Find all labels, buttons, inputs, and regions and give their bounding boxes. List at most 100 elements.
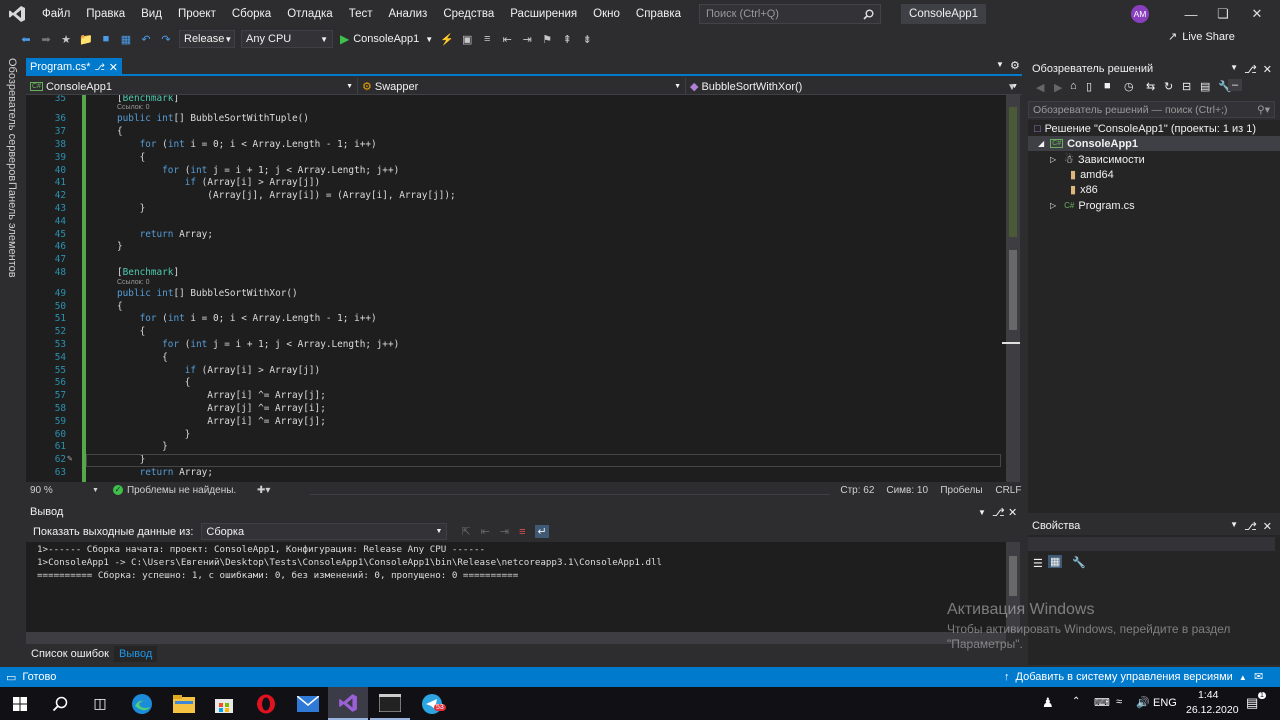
close-icon[interactable]: ✕ xyxy=(1008,506,1017,519)
preview-icon[interactable]: – xyxy=(1228,79,1243,91)
close-button[interactable]: ✕ xyxy=(1240,0,1274,28)
save-icon[interactable]: ■ xyxy=(98,31,114,47)
codelens-above-tuple[interactable]: Ссылок: 0 xyxy=(117,104,150,111)
member-dropdown[interactable]: ◆ BubbleSortWithXor() ▼ xyxy=(686,78,1022,95)
console-window-icon[interactable] xyxy=(370,687,410,720)
menu-debug[interactable]: Отладка xyxy=(279,0,340,28)
open-file-icon[interactable]: 📁 xyxy=(78,31,94,47)
project-dropdown[interactable]: C# ConsoleApp1 ▼ xyxy=(26,78,358,95)
pin-icon[interactable]: ⎇ xyxy=(94,62,104,73)
codelens-above-xor[interactable]: Ссылок: 0 xyxy=(117,279,150,286)
navigate-forward-icon[interactable]: ➡ xyxy=(38,31,54,47)
sync-icon[interactable]: ⇆ xyxy=(1146,80,1155,93)
scrollbar-thumb[interactable] xyxy=(1009,556,1017,596)
previous-message-icon[interactable]: ⇤ xyxy=(481,525,490,538)
menu-tools[interactable]: Средства xyxy=(435,0,502,28)
chevron-down-icon[interactable]: ▼ xyxy=(92,487,99,494)
show-all-files-icon[interactable]: ▤ xyxy=(1200,80,1210,93)
tree-item-dependencies[interactable]: ▷ ☃ Зависимости xyxy=(1050,152,1145,167)
pin-icon[interactable]: ⎇ xyxy=(992,506,1005,519)
account-avatar[interactable]: AM xyxy=(1131,5,1149,23)
chevron-down-icon[interactable]: ▼ xyxy=(1230,520,1238,533)
menu-extensions[interactable]: Расширения xyxy=(502,0,585,28)
history-icon[interactable]: ◷ xyxy=(1124,80,1134,93)
tree-item-project[interactable]: ◢ C# ConsoleApp1 xyxy=(1028,136,1280,151)
tab-overflow-icon[interactable]: ▼ xyxy=(996,60,1004,69)
keyboard-icon[interactable]: ⌨ xyxy=(1094,696,1110,709)
close-icon[interactable]: ✕ xyxy=(1263,520,1272,533)
column-indicator[interactable]: Симв: 10 xyxy=(886,485,940,496)
menu-file[interactable]: Файл xyxy=(34,0,78,28)
clock-time[interactable]: 1:44 xyxy=(1198,689,1218,701)
tree-item-amd64[interactable]: ▮ amd64 xyxy=(1070,167,1114,182)
tree-item-x86[interactable]: ▮ x86 xyxy=(1070,182,1098,197)
tree-item-solution[interactable]: □ Решение "ConsoleApp1" (проекты: 1 из 1… xyxy=(1034,121,1256,136)
menu-build[interactable]: Сборка xyxy=(224,0,279,28)
clear-all-icon[interactable]: ≡ xyxy=(519,526,525,538)
menu-project[interactable]: Проект xyxy=(170,0,224,28)
property-pages-icon[interactable]: 🔧 xyxy=(1072,556,1086,569)
redo-icon[interactable]: ↷ xyxy=(158,31,174,47)
chevron-down-icon[interactable]: ▼ xyxy=(1230,63,1238,76)
people-icon[interactable]: ♟ xyxy=(1042,695,1054,711)
menu-help[interactable]: Справка xyxy=(628,0,689,28)
input-language[interactable]: ENG xyxy=(1153,697,1177,709)
close-icon[interactable]: ✕ xyxy=(1263,63,1272,76)
menu-window[interactable]: Окно xyxy=(585,0,628,28)
go-to-message-icon[interactable]: ⇱ xyxy=(461,525,470,538)
tree-item-program-cs[interactable]: ▷ C# Program.cs xyxy=(1050,198,1135,213)
volume-icon[interactable]: 🔊 xyxy=(1136,696,1150,709)
close-icon[interactable]: ✕ xyxy=(109,61,118,74)
file-explorer-icon[interactable] xyxy=(164,687,204,720)
output-source-dropdown[interactable]: Сборка ▼ xyxy=(201,523,448,540)
minimize-button[interactable]: — xyxy=(1174,0,1208,28)
undo-icon[interactable]: ↶ xyxy=(138,31,154,47)
navigate-back-icon[interactable]: ⬅ xyxy=(18,31,34,47)
solution-search-input[interactable]: Обозреватель решений — поиск (Ctrl+;) ⚲▾ xyxy=(1028,101,1275,118)
mail-icon[interactable] xyxy=(288,687,328,720)
opera-browser-icon[interactable] xyxy=(246,687,286,720)
bookmark-icon[interactable]: ⚑ xyxy=(539,31,555,47)
save-all-icon[interactable]: ▦ xyxy=(118,31,134,47)
forward-icon[interactable]: ▶ xyxy=(1054,81,1062,94)
edge-browser-icon[interactable] xyxy=(122,687,162,720)
horizontal-scrollbar[interactable] xyxy=(310,485,831,495)
configuration-dropdown[interactable]: Release ▼ xyxy=(179,30,235,48)
pin-icon[interactable]: ⎇ xyxy=(1244,520,1257,533)
properties-object-dropdown[interactable] xyxy=(1028,537,1275,551)
notifications-bell-icon[interactable]: ✉ xyxy=(1254,670,1263,683)
bookmark-prev-icon[interactable]: ⇞ xyxy=(559,31,575,47)
action-center-icon[interactable]: ▤ xyxy=(1246,695,1258,711)
bookmark-next-icon[interactable]: ⇟ xyxy=(579,31,595,47)
outdent-icon[interactable]: ⇥ xyxy=(519,31,535,47)
editor-vertical-scrollbar[interactable] xyxy=(1002,95,1020,482)
output-horizontal-scrollbar[interactable] xyxy=(26,632,1006,644)
line-indicator[interactable]: Стр: 62 xyxy=(840,485,886,496)
search-icon[interactable] xyxy=(40,687,80,720)
collapse-all-icon[interactable]: ⊟ xyxy=(1182,80,1191,93)
menu-test[interactable]: Тест xyxy=(341,0,381,28)
tab-program-cs[interactable]: Program.cs* ⎇ ✕ xyxy=(26,58,122,76)
issues-status[interactable]: Проблемы не найдены. xyxy=(127,485,257,496)
next-message-icon[interactable]: ⇥ xyxy=(500,525,509,538)
clock-date[interactable]: 26.12.2020 xyxy=(1186,704,1239,716)
wifi-icon[interactable]: ≈ xyxy=(1116,696,1122,708)
whitespace-indicator[interactable]: Пробелы xyxy=(940,485,995,496)
toggle-comment-icon[interactable]: ≡ xyxy=(479,31,495,47)
browser-link-icon[interactable]: ▣ xyxy=(459,31,475,47)
visual-studio-taskbar-icon[interactable] xyxy=(328,687,368,720)
microsoft-store-icon[interactable] xyxy=(204,687,244,720)
home-icon[interactable]: ⌂ xyxy=(1070,80,1077,92)
class-dropdown[interactable]: ⚙ Swapper ▼ xyxy=(358,78,686,95)
back-icon[interactable]: ◀ xyxy=(1036,81,1044,94)
settings-icon[interactable]: ⚙ xyxy=(1010,59,1020,72)
code-editor[interactable]: 35 [Benchmark] 36 public int[] BubbleSortWi… xyxy=(26,95,1006,482)
line-ending-indicator[interactable]: CRLF xyxy=(995,485,1021,496)
refresh-icon[interactable]: ↻ xyxy=(1164,80,1173,93)
telegram-icon[interactable]: 53 xyxy=(412,687,452,720)
tab-output[interactable]: Вывод xyxy=(113,646,158,662)
menu-view[interactable]: Вид xyxy=(133,0,170,28)
edit-pencil-icon[interactable]: ✎ xyxy=(67,454,72,464)
code-cleanup-icon[interactable]: ✚▾ xyxy=(257,485,270,496)
alphabetical-icon[interactable]: ▦ xyxy=(1048,555,1063,568)
